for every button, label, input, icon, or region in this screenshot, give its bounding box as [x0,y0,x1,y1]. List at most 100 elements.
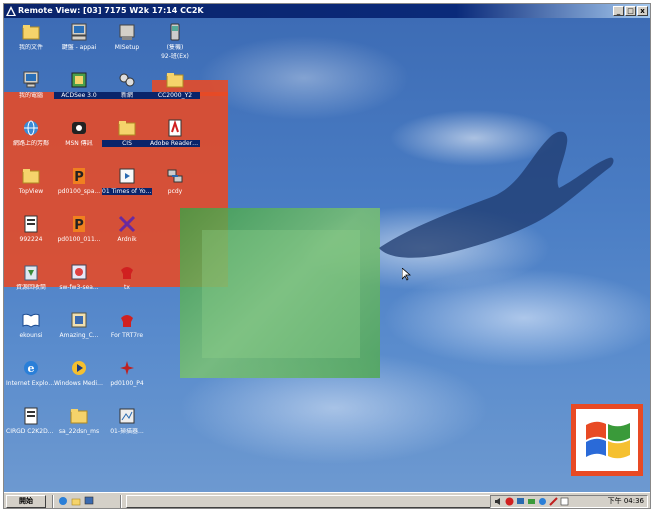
windows-logo [571,404,643,476]
desktop-icon-network-places[interactable]: 網路上的芳鄰 [6,118,56,147]
desktop-icon-misetup[interactable]: MISetup [102,22,152,51]
msn-icon [72,122,86,134]
desktop-icon-windows-media-player[interactable]: Windows Media Player [54,358,104,387]
phone-icon [121,267,133,279]
icon-label: pcdy [167,188,183,195]
network-tray-icon[interactable] [527,497,536,506]
icon-label: sw-fw3-sea... [59,284,99,291]
desktop-icon-for-trt7re[interactable]: For TRT7re [102,310,152,339]
antivirus-icon[interactable] [505,497,514,506]
app-icon [6,6,16,16]
desktop-icon-my-documents[interactable]: 我的文件 [6,22,56,51]
desktop-icon-keyboard[interactable]: 鍵盤 - appai [54,22,104,51]
window-controls: _ □ x [613,6,648,16]
icon-label: ekounsi [19,332,43,339]
desktop-icon-ekounsi[interactable]: ekounsi [6,310,56,339]
icon-label: MISetup [114,44,140,51]
tool-icon [118,215,136,233]
desktop-icon-phone-92[interactable]: (隻機) 92-班(Ex) [150,22,200,60]
desktop-icon-msn[interactable]: MSN 傳訊 [54,118,104,147]
installer-icon [71,264,87,280]
maximize-button[interactable]: □ [625,6,636,16]
icon-sublabel: 92-班(Ex) [161,53,189,60]
minimize-button[interactable]: _ [613,6,624,16]
pen-icon[interactable] [549,497,558,506]
folder-icon [22,169,40,184]
setup-icon [119,24,135,40]
viewer-icon [71,72,87,88]
icon-label: pd0100_spa... [57,188,101,195]
folder-icon[interactable] [71,496,81,506]
folder-icon [118,121,136,136]
desktop-icon-amazing[interactable]: Amazing_C... [54,310,104,339]
start-button[interactable]: 開始 [6,495,46,508]
icon-label: Amazing_C... [59,332,99,339]
icon-label: pd0100_P4 [110,380,144,387]
desktop[interactable]: 我的文件 我的電腦 網路上的芳鄰 TopView 992224 資源回收筒 ek… [4,18,650,492]
desktop-icon-xinwang[interactable]: 新網 [102,70,152,99]
ie-icon[interactable] [58,496,68,506]
ie-icon: e [24,361,38,375]
document-icon [24,215,38,233]
installer-icon [71,312,87,328]
desktop-icon-topview[interactable]: TopView [6,166,56,195]
p-icon: P [73,216,85,233]
media-player-icon [72,361,86,375]
phone-icon [170,23,180,41]
taskbar-window-button[interactable] [126,495,491,508]
desktop-icon-sw-fw3[interactable]: sw-fw3-sea... [54,262,104,291]
desktop-icon-tx[interactable]: tx [102,262,152,291]
svg-text:e: e [28,362,35,375]
desktop-icon-acdsee[interactable]: ACDSee 3.0 [54,70,104,99]
pdf-icon [168,119,182,137]
desktop-icon-992224[interactable]: 992224 [6,214,56,243]
input-method-icon[interactable] [538,497,547,506]
desktop-icon-adobe-reader[interactable]: Adobe Reader 7.0 [150,118,200,147]
icon-label: MSN 傳訊 [65,140,93,147]
title-bar[interactable]: Remote View: [03] 7175 W2k 17:14 CC2K _ … [4,4,650,18]
icon-label: Windows Media Player [54,380,104,387]
icon-label: CIRGD C2K2DV Co... [6,428,56,435]
network-icon [24,120,38,136]
phone-icon [121,315,133,327]
windows-flag-icon [586,421,630,459]
folder-icon [166,73,184,88]
desktop-icon-cis[interactable]: CIS [102,118,152,147]
icon-label: pd0100_011... [57,236,101,243]
recycle-bin-icon [24,265,38,281]
desktop-icon-cirgd[interactable]: CIRGD C2K2DV Co... [6,406,56,435]
icon-label: 資源回收筒 [15,284,46,291]
icon-label: tx [124,284,130,291]
icon-label: TopView [18,188,44,195]
desktop-icon-recycle-bin[interactable]: 資源回收筒 [6,262,56,291]
desktop-icon-pd0100-spa[interactable]: P pd0100_spa... [54,166,104,195]
desktop-icon-cc2000[interactable]: CC2000_Y2 [150,70,200,99]
desktop-icon-my-computer[interactable]: 我的電腦 [6,70,56,99]
book-icon [22,313,40,328]
desktop-icon-pcdy[interactable]: pcdy [150,166,200,195]
desktop-icon[interactable] [84,496,94,506]
monitor-icon[interactable] [516,497,525,506]
icon-label: Internet Explorer [6,380,56,387]
icon-label: sa_22dsn_ms [58,428,100,435]
icon-label: 鍵盤 - appai [61,44,97,51]
wallpaper-diver [379,131,614,258]
close-button[interactable]: x [637,6,648,16]
desktop-icon-pd0100-p4[interactable]: pd0100_P4 [102,358,152,387]
taskbar: 開始 下午 04:36 [4,492,650,508]
icon-label: 我的電腦 [18,92,43,99]
volume-icon[interactable] [494,497,503,506]
help-icon[interactable] [560,497,569,506]
clock[interactable]: 下午 04:36 [608,496,644,507]
scanner-icon [119,408,135,424]
computer-icon [23,71,39,88]
desktop-icon-internet-explorer[interactable]: e Internet Explorer [6,358,56,387]
green-overlay-inner [202,230,360,358]
desktop-icon-scanner[interactable]: 01-掃描器... [102,406,152,435]
desktop-icon-ardnik[interactable]: Ardnik [102,214,152,243]
window-title: Remote View: [03] 7175 W2k 17:14 CC2K [18,6,204,15]
desktop-icon-times-of-your-life[interactable]: 01 Times of Your Life [102,166,152,195]
folder-icon [70,409,88,424]
desktop-icon-sa-22dsn[interactable]: sa_22dsn_ms [54,406,104,435]
desktop-icon-pd0100-011[interactable]: P pd0100_011... [54,214,104,243]
